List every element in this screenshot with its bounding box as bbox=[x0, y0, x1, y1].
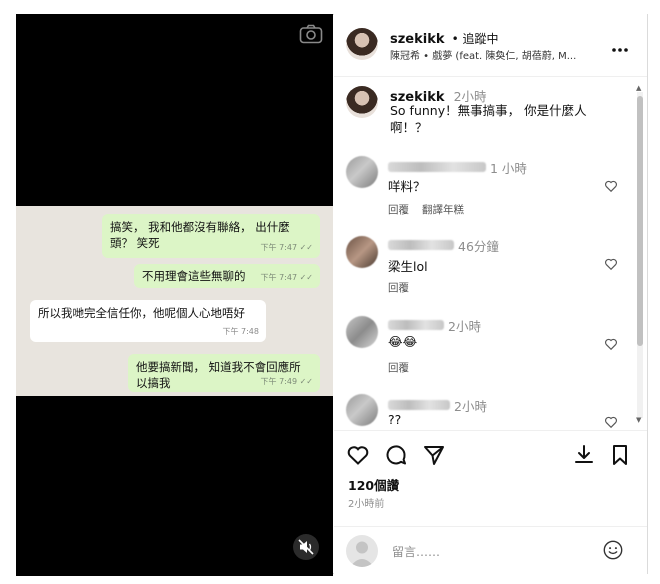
avatar[interactable] bbox=[346, 316, 378, 348]
comment-time: 46分鐘 bbox=[458, 239, 499, 254]
chat-time: 下午 7:47 ✓✓ bbox=[260, 243, 313, 252]
post-media[interactable]: 搞笑， 我和他都沒有聯絡， 出什麼頭？ 笑死 下午 7:47 ✓✓ 不用理會這些… bbox=[16, 14, 333, 576]
share-send-icon[interactable] bbox=[422, 443, 446, 467]
comment-text: ?? bbox=[388, 412, 402, 427]
avatar[interactable] bbox=[346, 86, 378, 118]
chat-message: 不用理會這些無聊的 bbox=[142, 269, 246, 283]
caption-text: So funny！無事搞事， 你是什麼人啊！？ bbox=[390, 103, 587, 135]
reply-button[interactable]: 回覆 bbox=[388, 360, 409, 375]
more-horizontal-icon[interactable] bbox=[611, 38, 629, 57]
chat-bubble-outgoing: 不用理會這些無聊的 下午 7:47 ✓✓ bbox=[134, 264, 320, 288]
chat-time: 下午 7:49 ✓✓ bbox=[260, 377, 313, 386]
comment-icon[interactable] bbox=[384, 443, 408, 467]
like-heart-icon[interactable] bbox=[346, 443, 370, 467]
comment-text: 梁生lol bbox=[388, 259, 428, 274]
user-avatar-icon bbox=[346, 535, 378, 567]
avatar[interactable] bbox=[346, 236, 378, 268]
comment-composer: 留言…… bbox=[334, 526, 647, 575]
chat-bubble-outgoing: 搞笑， 我和他都沒有聯絡， 出什麼頭？ 笑死 下午 7:47 ✓✓ bbox=[102, 214, 320, 258]
post-header: szekikk • 追蹤中 陳冠希 • 戲夢 (feat. 陳奐仁, 胡蓓蔚, … bbox=[334, 14, 647, 77]
heart-icon[interactable] bbox=[604, 336, 618, 351]
chat-time: 下午 7:48 bbox=[222, 327, 259, 336]
post-timestamp[interactable]: 2小時前 bbox=[348, 495, 384, 510]
scroll-up-icon[interactable]: ▲ bbox=[636, 84, 641, 92]
comment-time: 2小時 bbox=[454, 399, 487, 414]
like-count[interactable]: 120個讚 bbox=[348, 475, 399, 494]
follow-status[interactable]: • 追蹤中 bbox=[452, 32, 499, 46]
audio-link[interactable]: 陳冠希 • 戲夢 (feat. 陳奐仁, 胡蓓蔚, M... bbox=[390, 47, 576, 62]
chat-time: 下午 7:47 ✓✓ bbox=[260, 273, 313, 282]
mute-icon[interactable] bbox=[293, 534, 319, 560]
chat-screenshot: 搞笑， 我和他都沒有聯絡， 出什麼頭？ 笑死 下午 7:47 ✓✓ 不用理會這些… bbox=[16, 206, 333, 396]
reply-button[interactable]: 回覆 bbox=[388, 202, 409, 217]
username-link[interactable]: szekikk bbox=[390, 32, 445, 47]
scrollbar-thumb[interactable] bbox=[637, 96, 643, 346]
emoji-icon[interactable] bbox=[602, 539, 624, 565]
download-icon[interactable] bbox=[572, 443, 596, 467]
comment-time: 2小時 bbox=[448, 319, 481, 334]
commenter-name-blurred[interactable] bbox=[388, 162, 486, 172]
avatar[interactable] bbox=[346, 156, 378, 188]
comment-text: 😂😂 bbox=[388, 334, 418, 349]
action-bar: 120個讚 2小時前 bbox=[334, 430, 647, 541]
commenter-name-blurred[interactable] bbox=[388, 240, 454, 250]
heart-icon[interactable] bbox=[604, 414, 618, 429]
avatar[interactable] bbox=[346, 28, 378, 60]
scroll-down-icon[interactable]: ▼ bbox=[636, 416, 641, 424]
chat-bubble-outgoing: 他要搞新聞， 知道我不會回應所以搞我 下午 7:49 ✓✓ bbox=[128, 354, 320, 392]
translate-button[interactable]: 翻譯年糕 bbox=[422, 202, 464, 217]
chat-bubble-incoming: 所以我哋完全信任你，他呢個人心地唔好 下午 7:48 bbox=[30, 300, 266, 342]
heart-icon[interactable] bbox=[604, 256, 618, 271]
commenter-name-blurred[interactable] bbox=[388, 400, 450, 410]
avatar[interactable] bbox=[346, 394, 378, 426]
comment-text: 咩料？ bbox=[388, 179, 426, 194]
comment-input[interactable]: 留言…… bbox=[392, 543, 440, 560]
camera-icon[interactable] bbox=[299, 24, 323, 44]
chat-message: 所以我哋完全信任你，他呢個人心地唔好 bbox=[38, 306, 245, 320]
post-panel: szekikk • 追蹤中 陳冠希 • 戲夢 (feat. 陳奐仁, 胡蓓蔚, … bbox=[334, 14, 647, 574]
comments-scrollbar[interactable]: ▲ ▼ bbox=[635, 84, 645, 424]
bookmark-icon[interactable] bbox=[608, 443, 632, 467]
commenter-name-blurred[interactable] bbox=[388, 320, 444, 330]
heart-icon[interactable] bbox=[604, 178, 618, 193]
comment-time: 1 小時 bbox=[490, 161, 527, 176]
reply-button[interactable]: 回覆 bbox=[388, 280, 409, 295]
